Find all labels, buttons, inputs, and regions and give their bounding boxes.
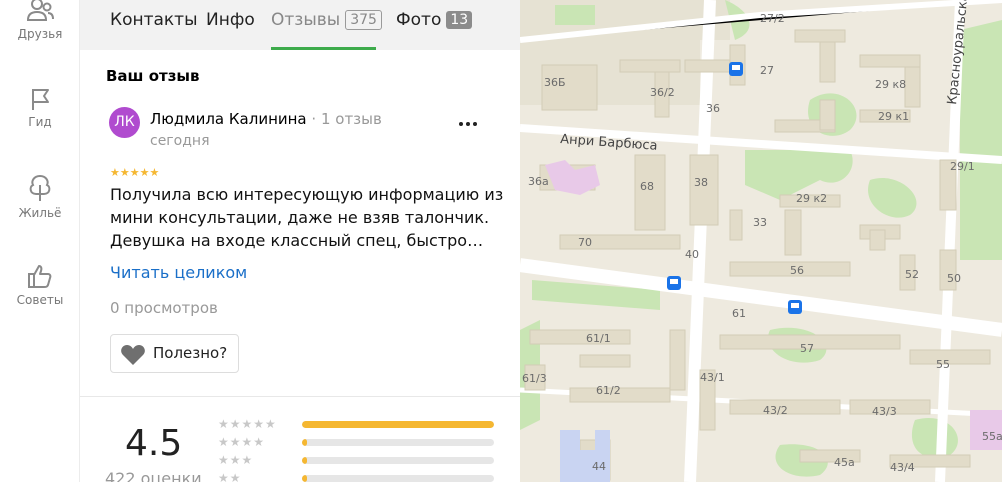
map-house-number: 27	[760, 64, 774, 77]
map-canvas[interactable]: Анри Барбюса Красноуральская 27/2 27 36Б…	[520, 0, 1002, 482]
map-house-number: 29 к1	[878, 110, 909, 123]
tab-info[interactable]: Инфо	[206, 10, 255, 30]
bus-stop-icon[interactable]	[667, 276, 681, 290]
read-more-link[interactable]: Читать целиком	[110, 263, 247, 282]
thumbs-up-icon	[28, 265, 52, 288]
histogram-bar	[302, 439, 494, 446]
map-house-number: 50	[947, 272, 961, 285]
nav-item-guide[interactable]: Гид	[0, 86, 80, 129]
your-review-title: Ваш отзыв	[106, 67, 200, 85]
avatar[interactable]: ЛК	[109, 107, 140, 138]
histogram-bar-fill	[302, 457, 307, 464]
nav-label-housing: Жильё	[18, 206, 62, 220]
histogram-stars: ★★★★★	[218, 417, 277, 431]
map-house-number: 29 к2	[796, 192, 827, 205]
map-house-number: 52	[905, 268, 919, 281]
divider	[80, 396, 520, 397]
tab-reviews-label: Отзывы	[271, 10, 341, 30]
histogram-stars: ★★★★	[218, 435, 266, 449]
histogram-bar-fill	[302, 475, 307, 482]
map-house-number: 43/1	[700, 371, 725, 384]
map[interactable]: Анри Барбюса Красноуральская 27/2 27 36Б…	[520, 0, 1002, 482]
map-house-number: 29 к8	[875, 78, 906, 91]
tab-contacts[interactable]: Контакты	[110, 10, 198, 30]
active-tab-indicator	[271, 47, 376, 50]
map-house-number: 38	[694, 176, 708, 189]
review-views: 0 просмотров	[110, 299, 218, 317]
useful-button[interactable]: Полезно?	[110, 334, 239, 373]
review-star-rating: ★★★★★	[110, 166, 160, 179]
map-house-number: 40	[685, 248, 699, 261]
review-text: Получила всю интересующую информацию из …	[110, 185, 504, 250]
photos-count-badge: 13	[446, 11, 473, 29]
map-house-number: 45а	[834, 456, 855, 469]
map-house-number: 43/3	[872, 405, 897, 418]
histogram-bar-fill	[302, 421, 494, 428]
bus-stop-icon[interactable]	[729, 62, 743, 76]
tab-reviews[interactable]: Отзывы 375	[271, 10, 382, 30]
map-house-number: 36/2	[650, 86, 675, 99]
map-house-number: 36	[706, 102, 720, 115]
histogram-stars: ★★★	[218, 453, 254, 467]
rating-value: 4.5	[125, 423, 183, 464]
nav-label-tips: Советы	[16, 293, 64, 307]
useful-label: Полезно?	[153, 344, 228, 362]
map-house-number: 44	[592, 460, 606, 473]
tab-bar: Контакты Инфо Отзывы 375 Фото 13	[80, 0, 520, 50]
author-review-count: 1 отзыв	[320, 110, 382, 128]
map-house-number: 57	[800, 342, 814, 355]
map-house-number: 70	[578, 236, 592, 249]
map-house-number: 33	[753, 216, 767, 229]
map-house-number: 55а	[982, 430, 1002, 443]
tab-photos[interactable]: Фото 13	[396, 10, 473, 30]
histogram-bar	[302, 475, 494, 482]
map-house-number: 55	[936, 358, 950, 371]
map-house-number: 68	[640, 180, 654, 193]
author-name[interactable]: Людмила Калинина	[150, 110, 307, 128]
map-house-number: 27/2	[760, 12, 785, 25]
nav-item-tips[interactable]: Советы	[0, 262, 80, 307]
histogram-bar-fill	[302, 439, 307, 446]
map-house-number: 43/4	[890, 461, 915, 474]
map-house-number: 43/2	[763, 404, 788, 417]
more-dots-icon	[459, 122, 477, 126]
map-house-number: 61/1	[586, 332, 611, 345]
review-date: сегодня	[150, 133, 210, 149]
nav-label-guide: Гид	[28, 115, 52, 129]
nav-item-friends[interactable]: Друзья	[0, 0, 80, 41]
more-options-button[interactable]	[458, 108, 478, 132]
map-house-number: 29/1	[950, 160, 975, 173]
rating-count: 422 оценки	[105, 469, 202, 482]
flag-icon	[32, 89, 49, 110]
bus-stop-icon[interactable]	[788, 300, 802, 314]
heart-icon	[121, 345, 145, 365]
tree-icon	[29, 174, 51, 201]
tab-photos-label: Фото	[396, 10, 442, 30]
map-house-number: 61/3	[522, 372, 547, 385]
reviews-count-badge: 375	[345, 10, 382, 30]
place-panel: Контакты Инфо Отзывы 375 Фото 13 Ваш отзыв…	[80, 0, 520, 482]
map-house-number: 36Б	[544, 76, 566, 89]
map-house-number: 36а	[528, 175, 549, 188]
map-house-number: 61	[732, 307, 746, 320]
map-house-number: 56	[790, 264, 804, 277]
nav-item-housing[interactable]: Жильё	[0, 173, 80, 220]
review-author: Людмила Калинина · 1 отзыв	[150, 110, 382, 128]
people-icon	[26, 0, 54, 21]
nav-label-friends: Друзья	[17, 27, 63, 41]
left-nav-rail: Друзья Гид Жильё Советы	[0, 0, 80, 482]
histogram-bar	[302, 457, 494, 464]
map-house-number: 61/2	[596, 384, 621, 397]
histogram-stars: ★★	[218, 471, 242, 482]
histogram-bar	[302, 421, 494, 428]
